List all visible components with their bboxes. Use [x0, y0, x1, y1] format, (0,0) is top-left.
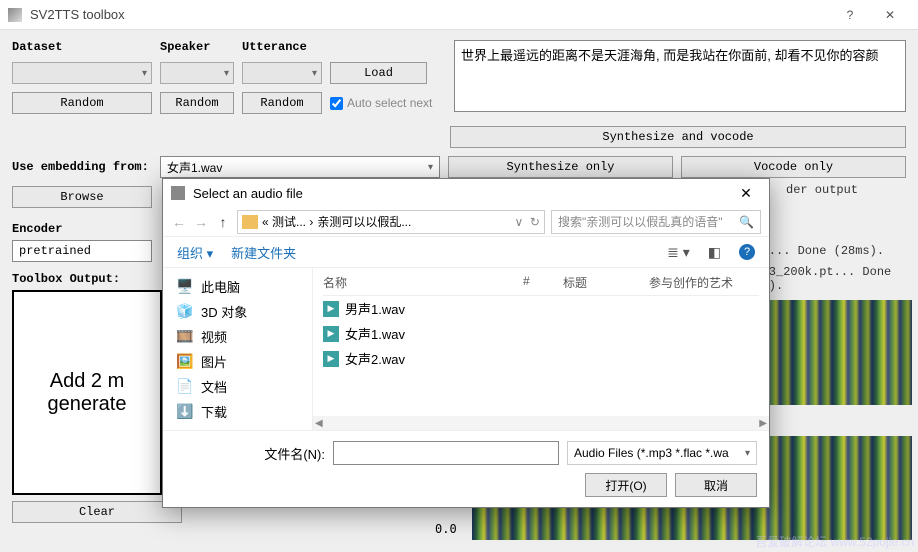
sidebar-item-pc[interactable]: 🖥️此电脑 [163, 274, 312, 299]
sidebar-item-downloads[interactable]: ⬇️下载 [163, 399, 312, 424]
folder-icon [242, 215, 258, 229]
help-button[interactable]: ? [830, 0, 870, 30]
dialog-icon [171, 186, 185, 200]
dialog-close-button[interactable]: ✕ [731, 185, 761, 202]
encoder-value[interactable]: pretrained [12, 240, 152, 262]
col-title[interactable]: 标题 [563, 274, 649, 291]
audio-icon: ▶ [323, 326, 339, 342]
audio-icon: ▶ [323, 351, 339, 367]
text-input[interactable] [454, 40, 906, 112]
embedding-label: Use embedding from: [12, 160, 152, 174]
file-filter-combo[interactable]: Audio Files (*.mp3 *.flac *.wa [567, 441, 757, 465]
search-icon: 🔍 [739, 215, 754, 229]
help-icon[interactable]: ? [739, 244, 755, 260]
col-name[interactable]: 名称 [323, 274, 523, 291]
dialog-title: Select an audio file [193, 186, 731, 201]
audio-icon: ▶ [323, 301, 339, 317]
cancel-button[interactable]: 取消 [675, 473, 757, 497]
synthesize-vocode-button[interactable]: Synthesize and vocode [450, 126, 906, 148]
axis-zero: 0.0 [435, 522, 457, 536]
embedding-combo[interactable]: 女声1.wav [160, 156, 440, 178]
filename-input[interactable] [333, 441, 559, 465]
dataset-combo[interactable] [12, 62, 152, 84]
window-title: SV2TTS toolbox [30, 7, 830, 22]
vocode-only-button[interactable]: Vocode only [681, 156, 906, 178]
open-button[interactable]: 打开(O) [585, 473, 667, 497]
nav-up-icon[interactable]: ↑ [215, 214, 231, 230]
watermark: 吾爱破解论坛 www.52pojie.cn [755, 533, 914, 550]
browse-button[interactable]: Browse [12, 186, 152, 208]
scrollbar-horizontal[interactable]: ◀ ▶ [313, 416, 769, 430]
list-item[interactable]: ▶女声2.wav [323, 346, 759, 371]
new-folder-button[interactable]: 新建文件夹 [231, 243, 296, 262]
scroll-left-icon[interactable]: ◀ [315, 418, 323, 429]
col-artist[interactable]: 参与创作的艺术 [649, 274, 759, 291]
speaker-label: Speaker [160, 40, 234, 54]
speaker-combo[interactable] [160, 62, 234, 84]
sidebar-tree[interactable]: 🖥️此电脑 🧊3D 对象 🎞️视频 🖼️图片 📄文档 ⬇️下载 [163, 268, 313, 430]
utterance-combo[interactable] [242, 62, 322, 84]
view-pane-icon[interactable]: ◧ [708, 244, 721, 261]
sidebar-item-pictures[interactable]: 🖼️图片 [163, 349, 312, 374]
dataset-label: Dataset [12, 40, 152, 54]
nav-forward-icon[interactable]: → [193, 214, 209, 230]
filename-label: 文件名(N): [175, 444, 325, 463]
organize-button[interactable]: 组织 ▾ [177, 243, 213, 262]
view-list-icon[interactable]: ≣ ▾ [667, 244, 690, 261]
col-num[interactable]: # [523, 274, 563, 291]
sidebar-item-3d[interactable]: 🧊3D 对象 [163, 299, 312, 324]
auto-select-checkbox[interactable]: Auto select next [330, 96, 432, 110]
load-button[interactable]: Load [330, 62, 427, 84]
utterance-random-button[interactable]: Random [242, 92, 322, 114]
clear-button[interactable]: Clear [12, 501, 182, 523]
utterance-label: Utterance [242, 40, 322, 54]
file-list[interactable]: 名称 # 标题 参与创作的艺术 ▶男声1.wav ▶女声1.wav ▶女声2.w… [313, 268, 769, 430]
sidebar-item-videos[interactable]: 🎞️视频 [163, 324, 312, 349]
scroll-right-icon[interactable]: ▶ [759, 418, 767, 429]
path-breadcrumb[interactable]: « 测试... › 亲测可以以假乱... ∨ ↻ [237, 210, 545, 234]
sidebar-item-documents[interactable]: 📄文档 [163, 374, 312, 399]
vocoder-output-label: der output [786, 183, 858, 197]
toolbox-output-canvas: Add 2 m generate [12, 290, 162, 495]
file-open-dialog: Select an audio file ✕ ← → ↑ « 测试... › 亲… [162, 178, 770, 508]
app-icon [8, 8, 22, 22]
speaker-random-button[interactable]: Random [160, 92, 234, 114]
dataset-random-button[interactable]: Random [12, 92, 152, 114]
list-item[interactable]: ▶男声1.wav [323, 296, 759, 321]
close-button[interactable]: ✕ [870, 0, 910, 30]
nav-back-icon[interactable]: ← [171, 214, 187, 230]
synthesize-only-button[interactable]: Synthesize only [448, 156, 673, 178]
search-input[interactable]: 搜索"亲测可以以假乱真的语音" 🔍 [551, 210, 761, 234]
list-item[interactable]: ▶女声1.wav [323, 321, 759, 346]
